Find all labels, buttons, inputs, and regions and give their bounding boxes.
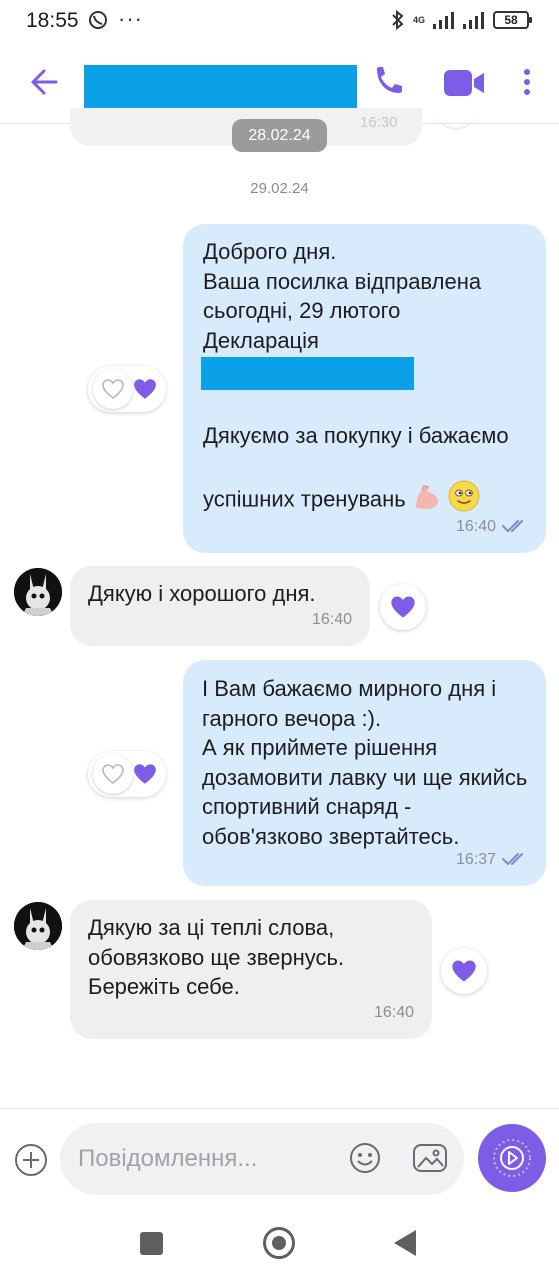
previous-message-time: 16:30 (360, 114, 398, 131)
system-back-button[interactable] (394, 1230, 416, 1256)
message-meta: 16:40 (312, 605, 352, 635)
heart-filled-icon (452, 960, 476, 982)
video-call-button[interactable] (440, 62, 488, 102)
smiley-icon (350, 1143, 380, 1173)
reaction-button[interactable] (441, 948, 487, 994)
send-button[interactable] (478, 1124, 546, 1192)
video-camera-icon (444, 70, 484, 96)
message-meta: 16:40 (456, 512, 528, 542)
play-send-icon (493, 1139, 531, 1177)
status-bar: 18:55 ··· 4G 58 (0, 0, 559, 42)
heart-filled-icon (391, 596, 415, 618)
message-text: Дякую за ці теплі слова, обовязково ще з… (88, 915, 345, 999)
reaction-pill[interactable] (88, 751, 166, 797)
call-button[interactable] (368, 62, 408, 102)
plus-circle-icon (15, 1144, 47, 1176)
flexed-biceps-icon (412, 453, 442, 509)
avatar[interactable] (14, 902, 62, 950)
add-attachment-button[interactable] (14, 1143, 48, 1177)
message-meta: 16:37 (456, 845, 528, 875)
status-icons: 4G 58 (391, 10, 532, 30)
system-navigation-bar (0, 1208, 559, 1280)
more-notifications-icon: ··· (118, 6, 143, 31)
recent-apps-button[interactable] (140, 1232, 163, 1255)
gallery-button[interactable] (412, 1141, 448, 1180)
avatar[interactable] (14, 568, 62, 616)
phone-icon (377, 67, 402, 93)
signal-icon-1 (433, 12, 454, 29)
date-separator: 29.02.24 (250, 180, 309, 197)
message-time: 16:40 (311, 610, 352, 628)
double-check-icon (502, 853, 523, 866)
incoming-message[interactable]: Дякую за ці теплі слова, обовязково ще з… (70, 900, 432, 1039)
heart-filled-icon (132, 762, 158, 791)
message-input[interactable]: Повідомлення... (60, 1123, 464, 1195)
image-icon (413, 1144, 447, 1172)
outgoing-message[interactable]: Доброго дня. Ваша посилка відправлена сь… (183, 224, 546, 553)
message-text: Доброго дня. Ваша посилка відправлена сь… (203, 239, 482, 353)
smiling-face-icon (448, 451, 480, 512)
signal-icon-2 (463, 12, 484, 29)
arrow-left-icon (31, 69, 58, 95)
double-check-icon (502, 520, 523, 533)
declaration-number-redacted (201, 357, 414, 390)
back-button[interactable] (26, 62, 66, 102)
message-text: І Вам бажаємо мирного дня і гарного вечо… (202, 676, 528, 849)
heart-outline-icon[interactable] (93, 754, 133, 794)
message-text-2: Дякуємо за покупку і бажаємо успішних тр… (203, 421, 530, 514)
reaction-pill[interactable] (88, 366, 166, 412)
previous-message-reaction[interactable] (436, 106, 476, 130)
message-input-placeholder: Повідомлення... (78, 1145, 258, 1172)
message-meta: 16:40 (374, 998, 414, 1028)
contact-name[interactable] (84, 65, 357, 109)
bluetooth-icon (392, 10, 404, 30)
message-time: 16:40 (455, 517, 496, 535)
heart-outline-icon[interactable] (93, 369, 133, 409)
more-options-button[interactable] (512, 62, 542, 102)
home-button[interactable] (263, 1227, 295, 1259)
outgoing-message[interactable]: І Вам бажаємо мирного дня і гарного вечо… (183, 660, 546, 886)
battery-icon: 58 (493, 11, 532, 29)
incoming-message[interactable]: Дякую і хорошого дня. 16:40 (70, 566, 370, 646)
date-chip: 28.02.24 (232, 119, 327, 152)
message-time: 16:37 (455, 850, 496, 868)
message-time: 16:40 (373, 1003, 414, 1021)
message-composer: Повідомлення... (0, 1108, 559, 1208)
vertical-dots-icon (524, 69, 530, 95)
reaction-button[interactable] (380, 584, 426, 630)
network-type: 4G (412, 14, 425, 25)
viber-notification-icon (88, 10, 108, 35)
status-time: 18:55 (26, 9, 79, 32)
heart-filled-icon (132, 377, 158, 406)
emoji-button[interactable] (348, 1141, 382, 1180)
